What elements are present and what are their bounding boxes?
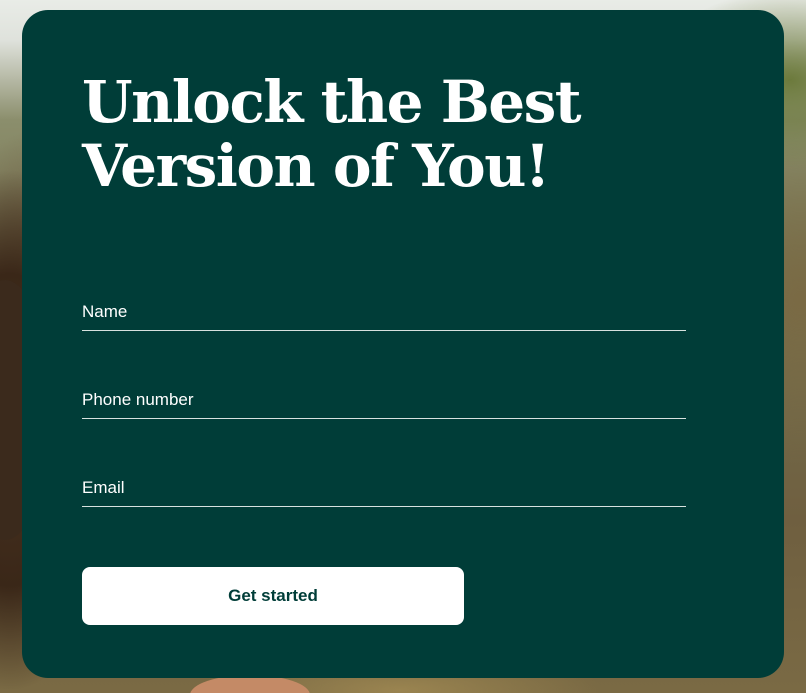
name-input[interactable] xyxy=(82,290,686,330)
name-field[interactable]: Name xyxy=(82,290,686,331)
email-input[interactable] xyxy=(82,466,686,506)
email-field[interactable]: Email xyxy=(82,466,686,507)
signup-card: Unlock the Best Version of You! Name Pho… xyxy=(22,10,784,678)
phone-input[interactable] xyxy=(82,378,686,418)
headline: Unlock the Best Version of You! xyxy=(82,68,582,200)
get-started-button[interactable]: Get started xyxy=(82,567,464,625)
phone-field[interactable]: Phone number xyxy=(82,378,686,419)
